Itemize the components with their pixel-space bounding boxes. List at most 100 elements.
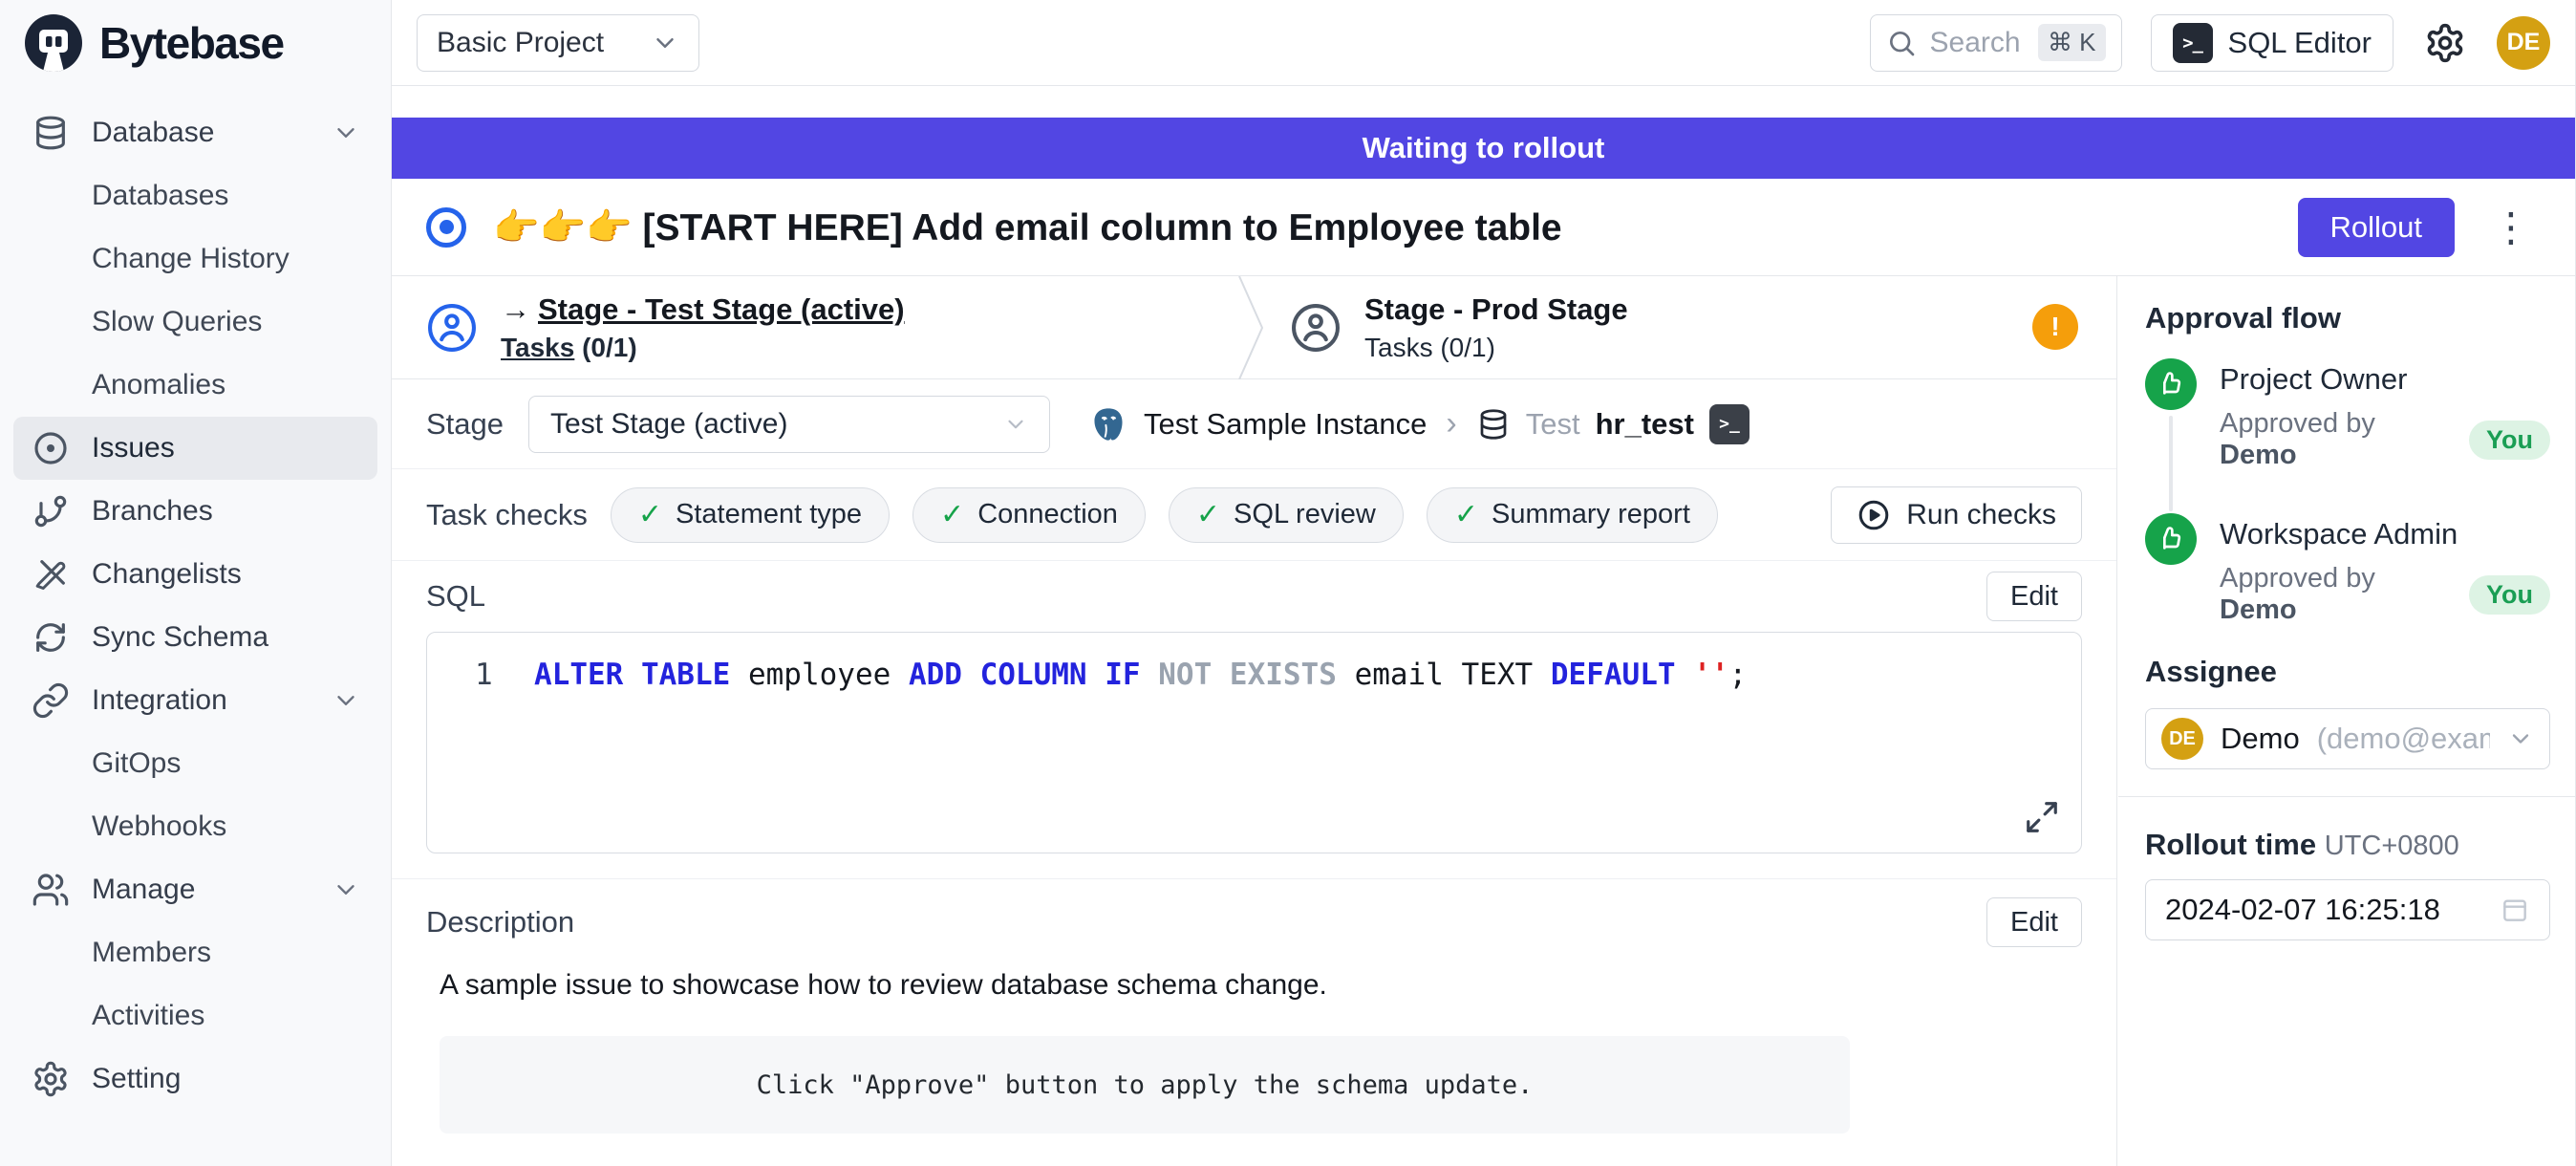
approval-step-workspace-admin: Workspace AdminApproved by DemoYou (2145, 513, 2550, 626)
sidebar-item-change-history[interactable]: Change History (13, 227, 377, 291)
sidebar-item-branches[interactable]: Branches (13, 480, 377, 543)
sidebar-item-slow-queries[interactable]: Slow Queries (13, 291, 377, 354)
sql-token: NOT EXISTS (1158, 658, 1354, 692)
check-pill-sql-review[interactable]: ✓SQL review (1169, 487, 1404, 543)
sidebar-item-anomalies[interactable]: Anomalies (13, 354, 377, 417)
stage-person-icon (1290, 302, 1342, 354)
approver-role: Project Owner (2220, 362, 2550, 397)
breadcrumb-separator: › (1446, 405, 1456, 443)
tasks-count: (0/1) (582, 333, 637, 362)
sidebar-item-gitops[interactable]: GitOps (13, 732, 377, 795)
description-code-block: Click "Approve" button to apply the sche… (440, 1036, 1850, 1134)
stage-link[interactable]: Stage - Test Stage (active) (538, 292, 905, 326)
task-checks-row: Task checks ✓Statement type✓Connection✓S… (392, 469, 2116, 561)
sidebar-item-sync-schema[interactable]: Sync Schema (13, 606, 377, 669)
postgresql-icon (1088, 404, 1128, 444)
chevron-down-icon (332, 686, 360, 715)
expand-icon[interactable] (2024, 799, 2060, 835)
nav-indent (31, 239, 71, 279)
stage-select[interactable]: Test Stage (active) (528, 396, 1050, 453)
nav-indent (31, 744, 71, 784)
assignee-name: Demo (2221, 722, 2300, 756)
sql-token: employee (748, 658, 909, 692)
rollout-time-input[interactable]: 2024-02-07 16:25:18 (2145, 879, 2550, 940)
check-label: Summary report (1492, 499, 1690, 530)
sidebar-item-activities[interactable]: Activities (13, 984, 377, 1047)
rollout-button[interactable]: Rollout (2298, 198, 2456, 257)
stage-test-stage[interactable]: →Stage - Test Stage (active) Tasks (0/1) (392, 276, 1236, 378)
check-pill-statement-type[interactable]: ✓Statement type (611, 487, 890, 543)
search-input[interactable]: Search ⌘ K (1870, 14, 2122, 72)
sidebar-item-label: Changelists (92, 558, 242, 591)
sidebar-item-label: Webhooks (92, 810, 226, 843)
line-number: 1 (475, 658, 534, 692)
stage-prod-stage[interactable]: Stage - Prod Stage Tasks (0/1) ! (1265, 276, 2116, 378)
stages-row: →Stage - Test Stage (active) Tasks (0/1)… (392, 276, 2116, 379)
approval-step-text: Workspace AdminApproved by DemoYou (2220, 513, 2550, 626)
approver-role: Workspace Admin (2220, 517, 2550, 551)
project-select[interactable]: Basic Project (417, 14, 699, 72)
sidebar-item-databases[interactable]: Databases (13, 164, 377, 227)
sql-editor-button[interactable]: >_ SQL Editor (2151, 14, 2394, 72)
rollout-time-label: Rollout time UTC+0800 (2145, 828, 2550, 862)
sidebar-item-members[interactable]: Members (13, 921, 377, 984)
sidebar-item-label: Change History (92, 243, 290, 275)
sql-token: email (1355, 658, 1462, 692)
chevron-down-icon (651, 29, 679, 57)
check-passed-icon: ✓ (1454, 498, 1478, 531)
instance-name[interactable]: Test Sample Instance (1144, 407, 1427, 442)
sidebar-item-database[interactable]: Database (13, 101, 377, 164)
sql-edit-button[interactable]: Edit (1986, 572, 2082, 621)
sidebar-item-label: Manage (92, 874, 195, 906)
description-edit-button[interactable]: Edit (1986, 897, 2082, 947)
sidebar-item-label: Branches (92, 495, 213, 528)
assignee-select[interactable]: DE Demo (demo@example (2145, 708, 2550, 769)
tasks-link[interactable]: Tasks (501, 333, 574, 362)
description-text: A sample issue to showcase how to review… (392, 956, 2116, 1002)
main-content: →Stage - Test Stage (active) Tasks (0/1)… (392, 276, 2117, 1166)
check-label: Connection (977, 499, 1118, 530)
settings-gear-icon[interactable] (2422, 20, 2468, 66)
check-label: Statement type (676, 499, 862, 530)
status-banner: Waiting to rollout (392, 118, 2575, 179)
assignee-email: (demo@example (2317, 722, 2490, 756)
task-checks-label: Task checks (426, 498, 588, 532)
bytebase-logo[interactable]: Bytebase (0, 0, 391, 86)
sidebar-item-issues[interactable]: Issues (13, 417, 377, 480)
stage-text: →Stage - Test Stage (active) Tasks (0/1) (501, 292, 905, 363)
stage-person-icon (426, 302, 478, 354)
sql-statement: ALTER TABLE employee ADD COLUMN IF NOT E… (534, 658, 1747, 692)
sidebar-item-label: Databases (92, 180, 228, 212)
issue-title: 👉👉👉 [START HERE] Add email column to Emp… (493, 205, 2271, 249)
user-avatar[interactable]: DE (2497, 16, 2550, 70)
panel-divider (2118, 796, 2575, 797)
sidebar-item-setting[interactable]: Setting (13, 1047, 377, 1111)
database-name[interactable]: hr_test (1596, 407, 1694, 442)
calendar-icon (2500, 895, 2530, 925)
open-sql-editor-icon[interactable]: >_ (1709, 404, 1750, 444)
sidebar-item-label: GitOps (92, 747, 181, 780)
sidebar-item-webhooks[interactable]: Webhooks (13, 795, 377, 858)
project-select-value: Basic Project (437, 27, 604, 59)
database-icon (31, 113, 71, 153)
kebab-menu-icon[interactable]: ⋮ (2481, 207, 2541, 248)
approval-step-text: Project OwnerApproved by DemoYou (2220, 358, 2550, 471)
play-circle-icon (1857, 498, 1891, 532)
rollout-time-value: 2024-02-07 16:25:18 (2165, 893, 2440, 927)
sql-token: ADD COLUMN IF (909, 658, 1158, 692)
run-checks-button[interactable]: Run checks (1831, 486, 2082, 544)
sidebar-item-integration[interactable]: Integration (13, 669, 377, 732)
assignee-heading: Assignee (2145, 655, 2550, 689)
approved-thumbs-up-icon (2145, 513, 2197, 565)
sidebar-item-label: Anomalies (92, 369, 225, 401)
right-panel: Approval flow Project OwnerApproved by D… (2118, 276, 2575, 1166)
issue-open-icon (426, 207, 466, 248)
check-pill-summary-report[interactable]: ✓ Summary report (1427, 487, 1718, 543)
sql-code-block[interactable]: 1 ALTER TABLE employee ADD COLUMN IF NOT… (426, 632, 2082, 853)
chevron-down-icon (332, 875, 360, 904)
check-pill-connection[interactable]: ✓Connection (912, 487, 1146, 543)
stage-label: Stage (426, 407, 504, 442)
sidebar-item-label: Issues (92, 432, 175, 464)
sidebar-item-manage[interactable]: Manage (13, 858, 377, 921)
sidebar-item-changelists[interactable]: Changelists (13, 543, 377, 606)
